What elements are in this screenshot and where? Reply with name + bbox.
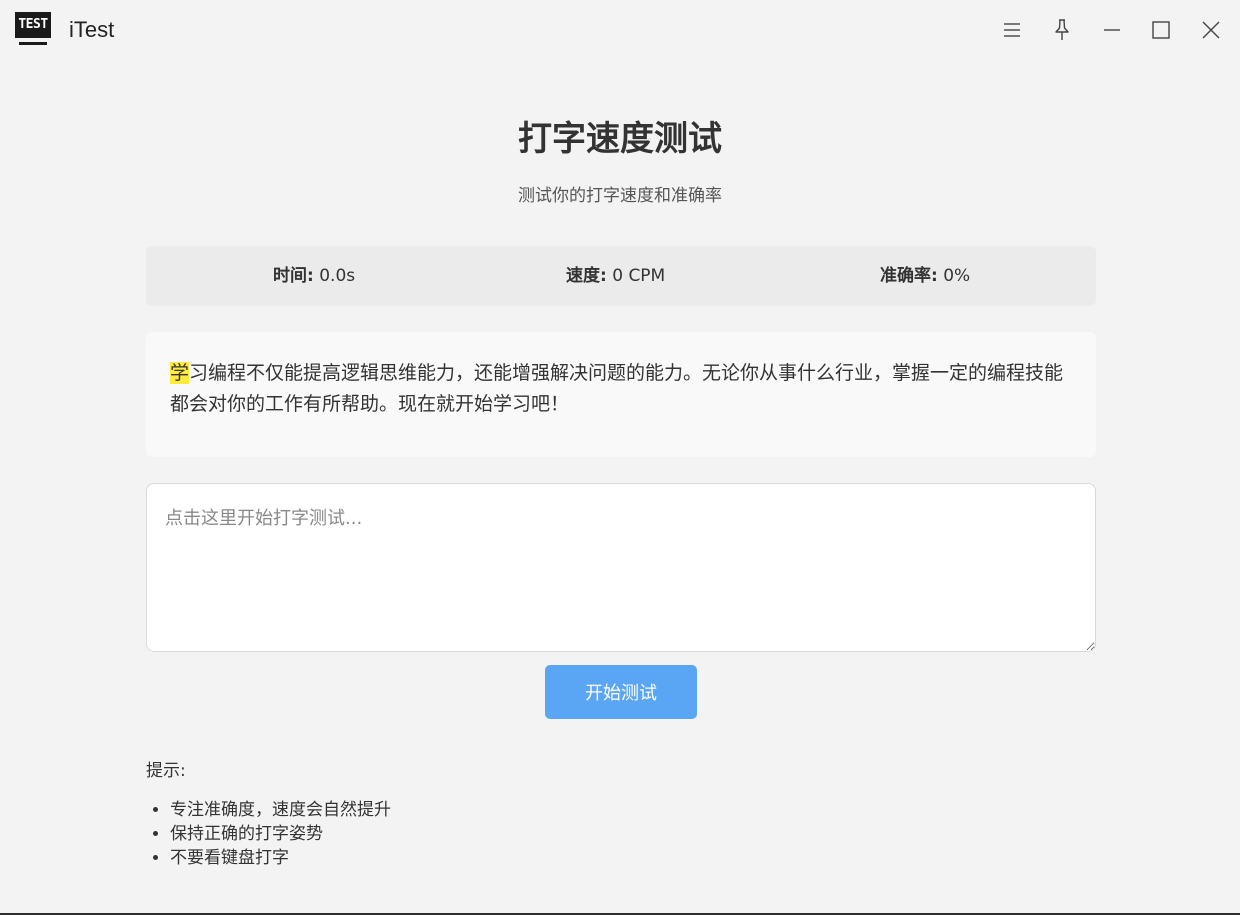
title-bar: TEST iTest — [0, 0, 1240, 62]
pin-button[interactable] — [1046, 14, 1078, 46]
tip-item: 不要看键盘打字 — [170, 846, 391, 870]
speed-stat: 速度: 0 CPM — [566, 246, 665, 306]
accuracy-value: 0% — [943, 266, 971, 286]
minimize-icon — [1104, 29, 1120, 31]
speed-value: 0 CPM — [612, 266, 666, 286]
logo-text: TEST — [15, 12, 51, 38]
app-logo: TEST — [15, 12, 51, 46]
app-window: TEST iTest 打字速度测试 测试你的打字速度和准确率 时间: 0.0s … — [0, 0, 1240, 915]
maximize-icon — [1152, 21, 1170, 39]
minimize-button[interactable] — [1096, 14, 1128, 46]
page-subtitle: 测试你的打字速度和准确率 — [518, 186, 722, 206]
tips-heading: 提示: — [146, 761, 186, 781]
time-stat: 时间: 0.0s — [273, 246, 355, 306]
logo-underline — [19, 42, 47, 45]
maximize-button[interactable] — [1145, 14, 1177, 46]
time-value: 0.0s — [319, 266, 356, 286]
close-button[interactable] — [1195, 14, 1227, 46]
menu-icon — [1004, 23, 1020, 37]
start-test-button[interactable]: 开始测试 — [545, 665, 697, 719]
close-icon — [1202, 21, 1220, 39]
accuracy-label: 准确率: — [880, 266, 938, 286]
app-title: iTest — [69, 17, 115, 42]
passage-text: 学习编程不仅能提高逻辑思维能力，还能增强解决问题的能力。无论你从事什么行业，掌握… — [170, 358, 1072, 420]
accuracy-stat: 准确率: 0% — [880, 246, 970, 306]
time-label: 时间: — [273, 266, 314, 286]
page-title: 打字速度测试 — [518, 119, 722, 159]
current-char-highlight: 学 — [170, 362, 190, 384]
menu-button[interactable] — [996, 14, 1028, 46]
tip-item: 保持正确的打字姿势 — [170, 822, 391, 846]
passage-box: 学习编程不仅能提高逻辑思维能力，还能增强解决问题的能力。无论你从事什么行业，掌握… — [146, 332, 1096, 457]
passage-remaining-text: 习编程不仅能提高逻辑思维能力，还能增强解决问题的能力。无论你从事什么行业，掌握一… — [170, 362, 1064, 415]
speed-label: 速度: — [566, 266, 607, 286]
tips-list: 专注准确度，速度会自然提升 保持正确的打字姿势 不要看键盘打字 — [146, 798, 391, 870]
typing-input[interactable] — [146, 483, 1096, 652]
pin-icon — [1055, 19, 1069, 40]
stats-bar: 时间: 0.0s 速度: 0 CPM 准确率: 0% — [146, 246, 1096, 306]
tip-item: 专注准确度，速度会自然提升 — [170, 798, 391, 822]
